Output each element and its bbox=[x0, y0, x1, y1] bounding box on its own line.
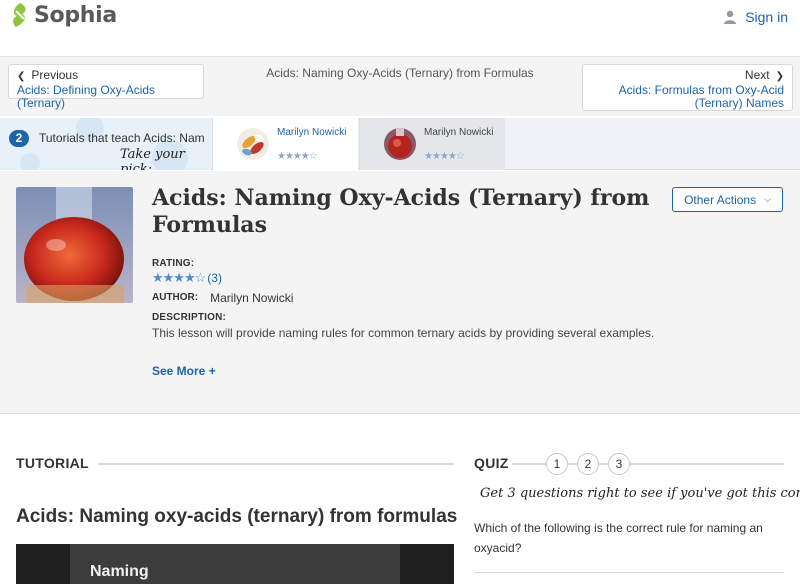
author-name: Marilyn Nowicki bbox=[210, 291, 294, 305]
tutorial-divider bbox=[98, 463, 454, 465]
see-more-button[interactable]: See More + bbox=[152, 364, 216, 378]
lesson-navigation: ❮ Previous Acids: Defining Oxy-Acids (Ter… bbox=[0, 57, 800, 116]
quiz-answer-divider bbox=[474, 572, 784, 573]
tutorial-rating-stars: ★★★★☆ bbox=[424, 151, 465, 162]
tutorial-video-player[interactable]: Naming bbox=[16, 544, 454, 584]
tutorial-count-badge: 2 bbox=[9, 130, 29, 147]
tutorial-section-heading: TUTORIAL bbox=[16, 455, 89, 471]
author-row: AUTHOR: Marilyn Nowicki bbox=[152, 291, 293, 305]
lesson-info-panel: Acids: Naming Oxy-Acids (Ternary) from F… bbox=[0, 171, 800, 414]
sign-in-label: Sign in bbox=[745, 9, 788, 25]
logo-text: Sophia bbox=[34, 2, 117, 28]
rating-row: ★★★★☆ (3) bbox=[152, 270, 222, 286]
video-frame: Naming bbox=[70, 544, 400, 584]
quiz-section-heading: QUIZ bbox=[474, 455, 509, 471]
next-lesson-button[interactable]: Next ❯ Acids: Formulas from Oxy-Acid (Ter… bbox=[582, 64, 793, 111]
tutorial-author: Marilyn Nowicki bbox=[277, 127, 347, 138]
other-actions-button[interactable]: Other Actions ⌵ bbox=[672, 187, 783, 212]
rating-label: RATING: bbox=[152, 258, 195, 269]
quiz-tagline: Get 3 questions right to see if you've g… bbox=[480, 486, 800, 501]
take-your-pick-text: Take your pick: bbox=[120, 147, 185, 170]
user-icon bbox=[724, 10, 737, 24]
next-label-row: Next ❯ bbox=[591, 68, 784, 84]
top-header: Sophia Sign in bbox=[0, 0, 800, 57]
tutorial-thumbnail-flask bbox=[384, 128, 416, 160]
next-label: Next bbox=[744, 68, 770, 82]
tutorial-title: Acids: Naming oxy-acids (ternary) from f… bbox=[16, 506, 458, 527]
quiz-step-2[interactable]: 2 bbox=[577, 453, 599, 475]
tutorial-thumbnail-pills bbox=[237, 128, 269, 160]
tutorials-strip-title: Tutorials that teach Acids: Nam bbox=[39, 131, 205, 145]
previous-label: Previous bbox=[31, 68, 79, 82]
lesson-description: This lesson will provide naming rules fo… bbox=[152, 326, 655, 340]
quiz-question: Which of the following is the correct ru… bbox=[474, 521, 763, 555]
quiz-step-3[interactable]: 3 bbox=[608, 453, 630, 475]
tutorials-strip-intro: 2 Tutorials that teach Acids: Nam Take y… bbox=[0, 118, 211, 170]
rating-stars: ★★★★☆ bbox=[152, 270, 206, 285]
tutorial-author: Marilyn Nowicki bbox=[424, 127, 494, 138]
current-lesson-title: Acids: Naming Oxy-Acids (Ternary) from F… bbox=[266, 66, 534, 80]
other-actions-label: Other Actions bbox=[684, 192, 757, 207]
lesson-hero-image-flask bbox=[16, 187, 133, 303]
previous-label-row: ❮ Previous bbox=[17, 68, 195, 84]
chevron-down-icon: ⌵ bbox=[764, 194, 771, 204]
next-lesson-link: Acids: Formulas from Oxy-Acid (Ternary) … bbox=[618, 83, 784, 110]
sophia-logo[interactable]: Sophia bbox=[10, 2, 117, 28]
author-label: AUTHOR: bbox=[152, 292, 199, 303]
tutorial-option-card[interactable]: Marilyn Nowicki ★★★★☆ bbox=[212, 118, 358, 170]
sign-in-link[interactable]: Sign in bbox=[723, 9, 788, 25]
sophia-leaf-icon bbox=[13, 3, 26, 27]
description-label: DESCRIPTION: bbox=[152, 312, 227, 323]
quiz-step-1[interactable]: 1 bbox=[546, 453, 568, 475]
tutorials-strip: 2 Tutorials that teach Acids: Nam Take y… bbox=[0, 118, 800, 170]
previous-lesson-link: Acids: Defining Oxy-Acids (Ternary) bbox=[17, 83, 156, 110]
rating-count-link[interactable]: (3) bbox=[207, 271, 222, 285]
previous-lesson-button[interactable]: ❮ Previous Acids: Defining Oxy-Acids (Ter… bbox=[8, 64, 204, 110]
tutorial-rating-stars: ★★★★☆ bbox=[277, 151, 318, 162]
video-title-text: Naming bbox=[90, 563, 149, 580]
chevron-right-icon: ❯ bbox=[775, 71, 784, 82]
lesson-title: Acids: Naming Oxy-Acids (Ternary) from F… bbox=[152, 185, 650, 238]
chevron-left-icon: ❮ bbox=[17, 71, 26, 82]
tutorial-option-card-selected[interactable]: Marilyn Nowicki ★★★★☆ bbox=[359, 118, 505, 170]
